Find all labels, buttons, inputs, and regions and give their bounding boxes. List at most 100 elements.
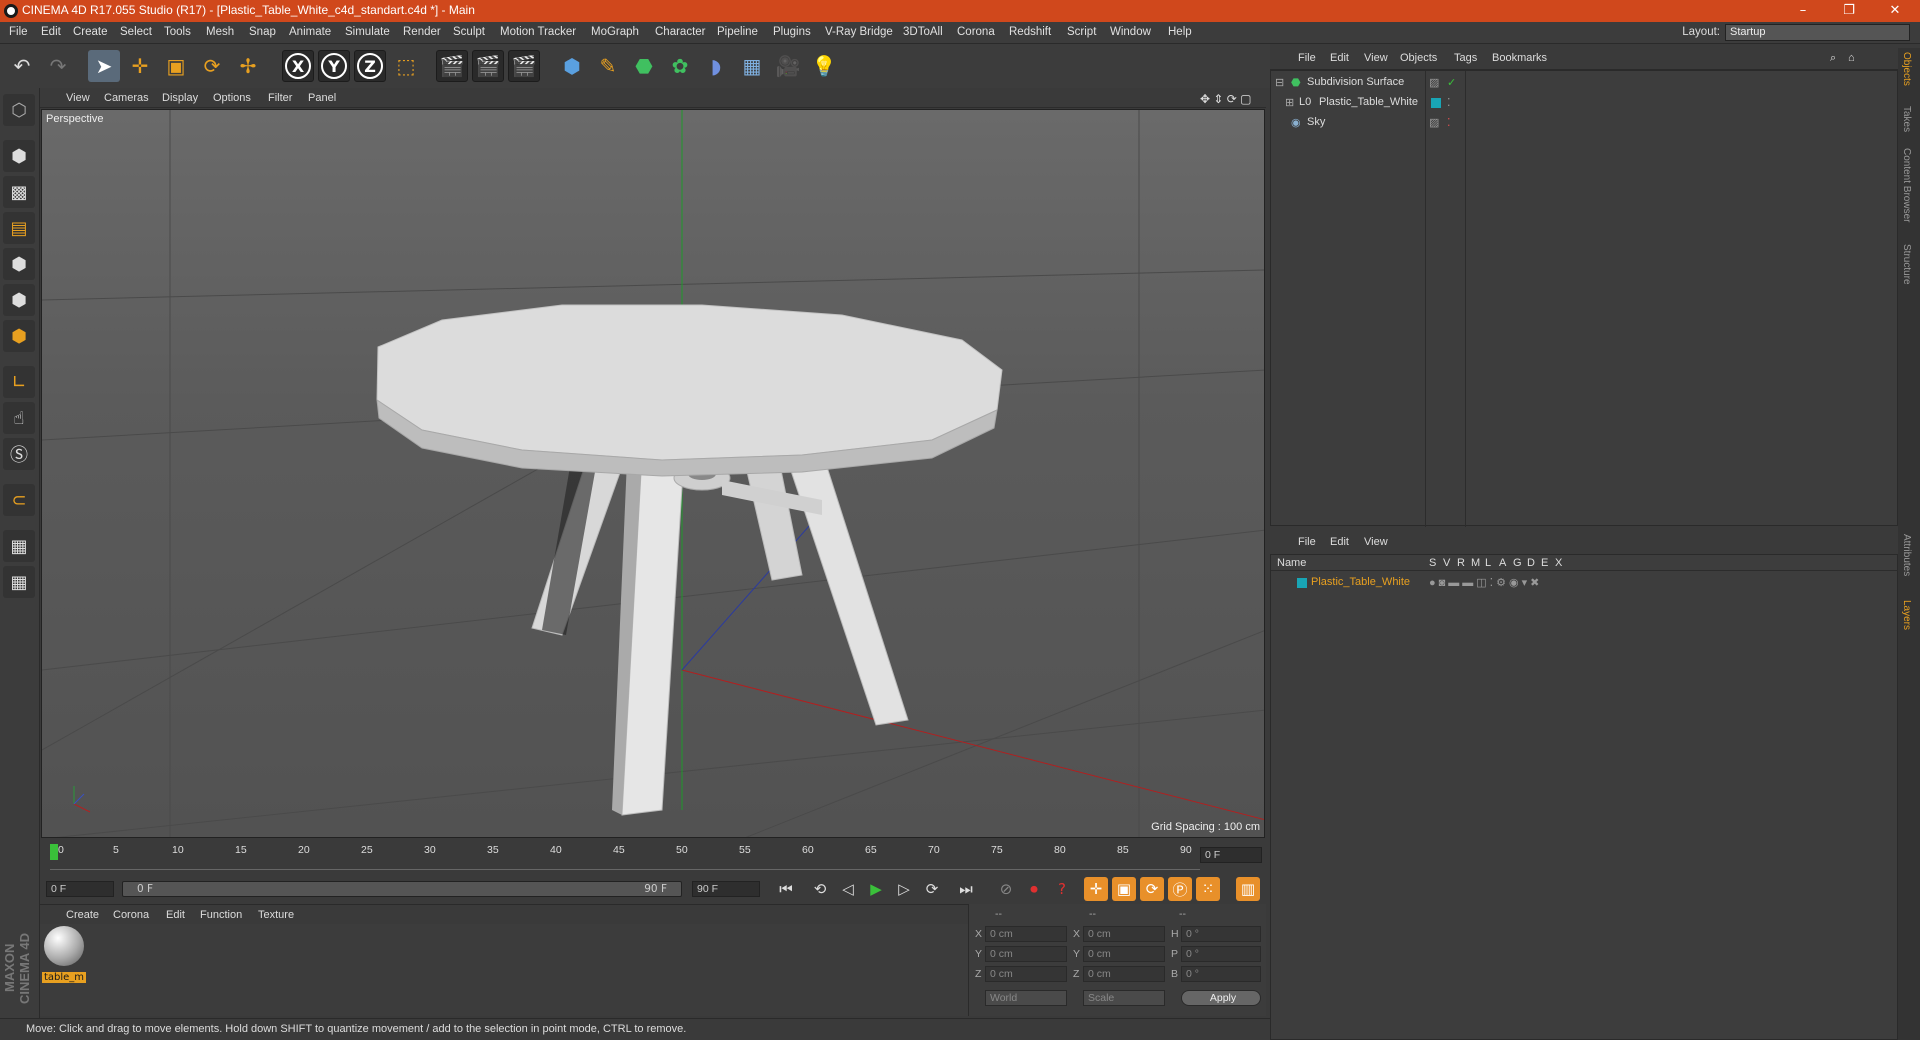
tab-attributes[interactable]: Attributes	[1901, 534, 1912, 576]
material-menu-corona[interactable]: Corona	[113, 909, 149, 921]
timeline-window-icon[interactable]: ▥	[1236, 877, 1260, 901]
mograph-cloner-icon[interactable]: ✿	[664, 50, 696, 82]
layer-color-swatch[interactable]	[1431, 98, 1441, 108]
coordinate-mode-dropdown[interactable]: World	[985, 990, 1067, 1006]
size-x-field[interactable]: 0 cm	[1083, 926, 1165, 942]
edit-toggle-icon[interactable]: ▨	[1429, 116, 1439, 129]
key-rotation-icon[interactable]: ⟳	[1140, 877, 1164, 901]
viewport-menu-cameras[interactable]: Cameras	[104, 92, 149, 104]
objects-menu-bookmarks[interactable]: Bookmarks	[1492, 52, 1547, 64]
menu-file[interactable]: File	[9, 26, 28, 38]
menu-script[interactable]: Script	[1067, 26, 1096, 38]
tab-takes[interactable]: Takes	[1901, 106, 1912, 132]
apply-button[interactable]: Apply	[1181, 990, 1261, 1006]
menu-mograph[interactable]: MoGraph	[591, 26, 639, 38]
menu-character[interactable]: Character	[655, 26, 706, 38]
previous-keyframe-icon[interactable]: ⟲	[808, 877, 832, 901]
floor-environment-icon[interactable]: ▦	[736, 50, 768, 82]
y-axis-lock-button[interactable]: Y	[318, 50, 350, 82]
x-axis-lock-button[interactable]: X	[282, 50, 314, 82]
edit-toggle-icon[interactable]: ▨	[1429, 76, 1439, 89]
start-frame-field[interactable]: 0 F	[46, 881, 114, 897]
rotation-p-field[interactable]: 0 °	[1181, 946, 1261, 962]
z-axis-lock-button[interactable]: Z	[354, 50, 386, 82]
points-mode-icon[interactable]: ⬢	[3, 248, 35, 280]
autokeying-icon[interactable]: ?	[1050, 877, 1074, 901]
light-icon[interactable]: 💡	[808, 50, 840, 82]
menu-motion-tracker[interactable]: Motion Tracker	[500, 26, 576, 38]
objects-menu-objects[interactable]: Objects	[1400, 52, 1437, 64]
menu-plugins[interactable]: Plugins	[773, 26, 811, 38]
viewport-menu-panel[interactable]: Panel	[308, 92, 336, 104]
key-parameter-icon[interactable]: Ⓟ	[1168, 877, 1192, 901]
polygons-mode-icon[interactable]: ⬢	[3, 320, 35, 352]
menu-select[interactable]: Select	[120, 26, 152, 38]
menu-edit[interactable]: Edit	[41, 26, 61, 38]
home-icon[interactable]: ⌂	[1848, 52, 1855, 64]
objects-menu-file[interactable]: File	[1298, 52, 1316, 64]
objects-menu-edit[interactable]: Edit	[1330, 52, 1349, 64]
render-picture-viewer-icon[interactable]: 🎬	[472, 50, 504, 82]
next-frame-icon[interactable]: ▷	[892, 877, 916, 901]
object-row-subdivision-surface[interactable]: ⊟ ⬣ Subdivision Surface ▨ ✓	[1271, 73, 1899, 93]
tab-objects[interactable]: Objects	[1901, 52, 1912, 86]
material-menu-function[interactable]: Function	[200, 909, 242, 921]
menu-corona[interactable]: Corona	[957, 26, 995, 38]
move-transform-icon[interactable]: ✢	[232, 50, 264, 82]
camera-icon[interactable]: 🎥	[772, 50, 804, 82]
menu-simulate[interactable]: Simulate	[345, 26, 390, 38]
previous-frame-icon[interactable]: ◁	[836, 877, 860, 901]
snapping-icon[interactable]: Ⓢ	[3, 438, 35, 470]
perspective-viewport[interactable]: Perspective Grid Spacing : 100 cm	[41, 109, 1265, 838]
key-position-icon[interactable]: ✛	[1084, 877, 1108, 901]
position-x-field[interactable]: 0 cm	[985, 926, 1067, 942]
record-disabled-icon[interactable]: ⊘	[994, 877, 1018, 901]
visibility-dots-icon[interactable]: ⁚	[1447, 96, 1451, 109]
layers-menu-edit[interactable]: Edit	[1330, 536, 1349, 548]
subdivision-surface-icon[interactable]: ⬣	[628, 50, 660, 82]
record-active-objects-icon[interactable]: ⏺	[1022, 877, 1046, 901]
select-arrow-icon[interactable]: ➤	[88, 50, 120, 82]
tab-content-browser[interactable]: Content Browser	[1901, 148, 1912, 222]
viewport-menu-view[interactable]: View	[66, 92, 90, 104]
viewport-navigate-icons[interactable]: ✥ ⇕ ⟳ ▢	[1200, 92, 1252, 106]
visibility-dots-icon[interactable]: ⁚	[1447, 116, 1451, 129]
expand-toggle-icon[interactable]: ⊞	[1285, 96, 1294, 109]
layer-toggle-icons[interactable]: ●◙▬▬◫⁚⚙◉▾✖	[1429, 576, 1542, 589]
current-frame-field[interactable]: 0 F	[1200, 847, 1262, 863]
locked-workplane-icon[interactable]: ▦	[3, 530, 35, 562]
spline-pen-icon[interactable]: ✎	[592, 50, 624, 82]
material-swatch[interactable]: table_m	[42, 926, 86, 984]
size-y-field[interactable]: 0 cm	[1083, 946, 1165, 962]
axis-mode-icon[interactable]: ∟	[3, 366, 35, 398]
render-view-icon[interactable]: 🎬	[436, 50, 468, 82]
timeline-ruler[interactable]: 0 5 10 15 20 25 30 35 40 45 50 55 60 65 …	[40, 838, 1266, 874]
size-mode-dropdown[interactable]: Scale	[1083, 990, 1165, 1006]
menu-pipeline[interactable]: Pipeline	[717, 26, 758, 38]
layers-menu-file[interactable]: File	[1298, 536, 1316, 548]
go-to-end-icon[interactable]: ⏭	[954, 877, 978, 901]
object-row-sky[interactable]: ◉ Sky ▨ ⁚	[1271, 113, 1899, 133]
object-row-plastic-table-white[interactable]: ⊞ L0 Plastic_Table_White ⁚	[1271, 93, 1899, 113]
move-icon[interactable]: ✛	[124, 50, 156, 82]
material-menu-create[interactable]: Create	[66, 909, 99, 921]
position-z-field[interactable]: 0 cm	[985, 966, 1067, 982]
tweak-mode-icon[interactable]: ☝	[3, 402, 35, 434]
make-editable-icon[interactable]: ⬡	[3, 94, 35, 126]
objects-menu-view[interactable]: View	[1364, 52, 1388, 64]
texture-mode-icon[interactable]: ▩	[3, 176, 35, 208]
menu-mesh[interactable]: Mesh	[206, 26, 234, 38]
size-z-field[interactable]: 0 cm	[1083, 966, 1165, 982]
rotation-b-field[interactable]: 0 °	[1181, 966, 1261, 982]
viewport-menu-display[interactable]: Display	[162, 92, 198, 104]
close-button[interactable]: ✕	[1872, 0, 1918, 22]
menu-vray-bridge[interactable]: V-Ray Bridge	[825, 26, 893, 38]
position-y-field[interactable]: 0 cm	[985, 946, 1067, 962]
rotate-icon[interactable]: ⟳	[196, 50, 228, 82]
tab-layers[interactable]: Layers	[1901, 600, 1912, 630]
key-scale-icon[interactable]: ▣	[1112, 877, 1136, 901]
render-settings-icon[interactable]: 🎬	[508, 50, 540, 82]
layer-row-plastic-table-white[interactable]: Plastic_Table_White ●◙▬▬◫⁚⚙◉▾✖	[1271, 573, 1899, 593]
menu-snap[interactable]: Snap	[249, 26, 276, 38]
menu-3dtoall[interactable]: 3DToAll	[903, 26, 943, 38]
